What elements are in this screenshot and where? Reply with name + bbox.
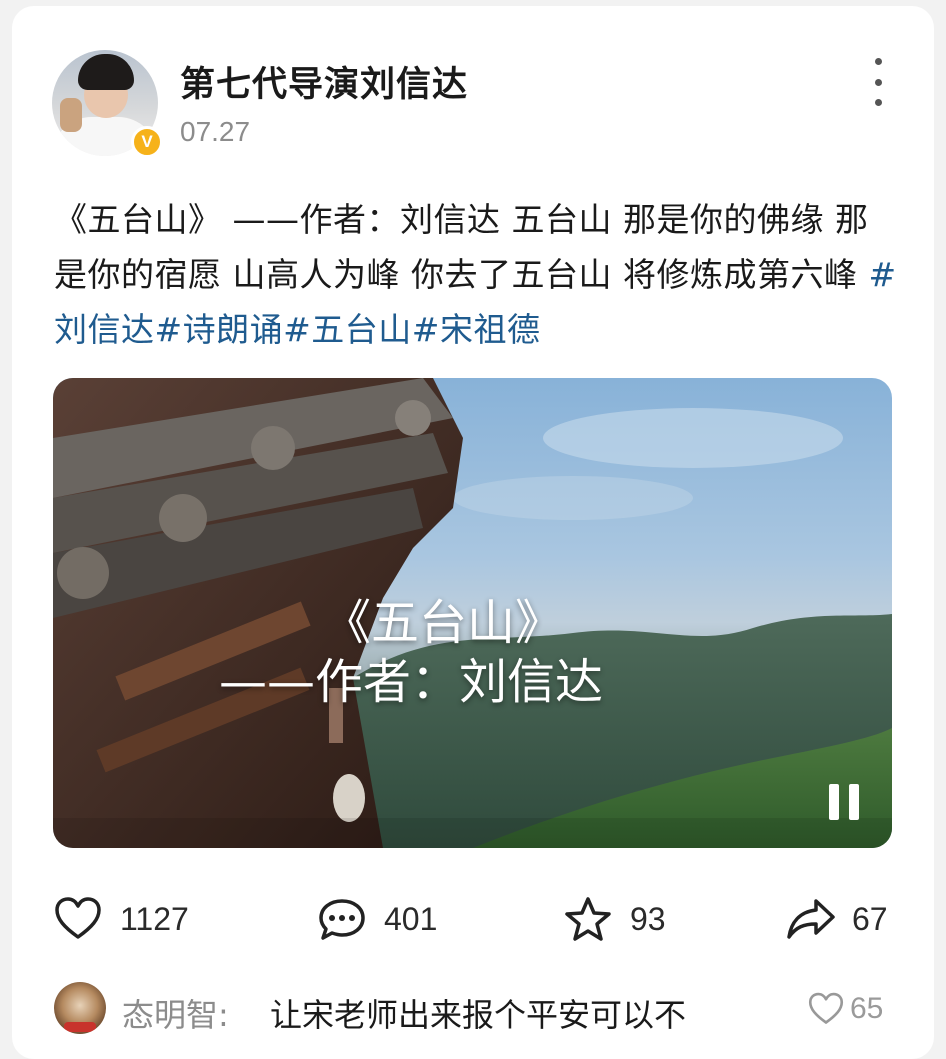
top-comment[interactable]: 态明智: 让宋老师出来报个平安可以不 65: [12, 976, 934, 1046]
post-text: 《五台山》 ——作者：刘信达 五台山 那是你的佛缘 那是你的宿愿 山高人为峰 你…: [54, 192, 899, 357]
favorite-button[interactable]: 93: [564, 884, 666, 954]
avatar-hair: [78, 54, 134, 90]
comment-like-count: 65: [850, 992, 884, 1025]
comment-bubble-icon: [319, 899, 365, 940]
action-bar: 1127 401 93 67: [12, 884, 934, 954]
post-card: V 第七代导演刘信达 07.27 《五台山》 ——作者：刘信达 五台山 那是你的…: [12, 6, 934, 1059]
comment-like-button[interactable]: 65: [808, 992, 883, 1026]
share-arrow-icon: [787, 899, 835, 939]
more-dot: [874, 58, 882, 65]
post-body: 《五台山》 ——作者：刘信达 五台山 那是你的佛缘 那是你的宿愿 山高人为峰 你…: [54, 200, 869, 294]
heart-icon: [808, 992, 844, 1024]
avatar-collar: [64, 1022, 96, 1032]
heart-icon: [55, 897, 101, 939]
commenter-username: 态明智: [122, 996, 219, 1034]
video-title-line2: ——作者：刘信达: [219, 654, 604, 710]
favorite-count: 93: [630, 900, 666, 937]
like-button[interactable]: 1127: [54, 884, 189, 954]
comment-count: 401: [384, 900, 438, 937]
share-button[interactable]: 67: [786, 884, 888, 954]
more-vertical-icon[interactable]: [864, 58, 892, 106]
comment-button[interactable]: 401: [318, 884, 437, 954]
commenter-name[interactable]: 态明智:: [122, 990, 229, 1036]
video-player[interactable]: 《五台山》 ——作者：刘信达: [53, 378, 892, 848]
avatar-arm: [60, 98, 82, 132]
more-dot: [874, 99, 882, 106]
star-icon: [565, 897, 611, 941]
verified-badge-icon: V: [131, 126, 163, 158]
post-date: 07.27: [180, 116, 251, 147]
share-count: 67: [852, 900, 888, 937]
comment-separator: :: [218, 996, 229, 1034]
more-dot: [874, 78, 882, 86]
comment-text: 让宋老师出来报个平安可以不: [270, 996, 687, 1034]
author-name[interactable]: 第七代导演刘信达: [180, 56, 468, 107]
like-count: 1127: [120, 900, 189, 937]
commenter-avatar[interactable]: [54, 982, 106, 1034]
pause-icon[interactable]: [825, 782, 865, 822]
